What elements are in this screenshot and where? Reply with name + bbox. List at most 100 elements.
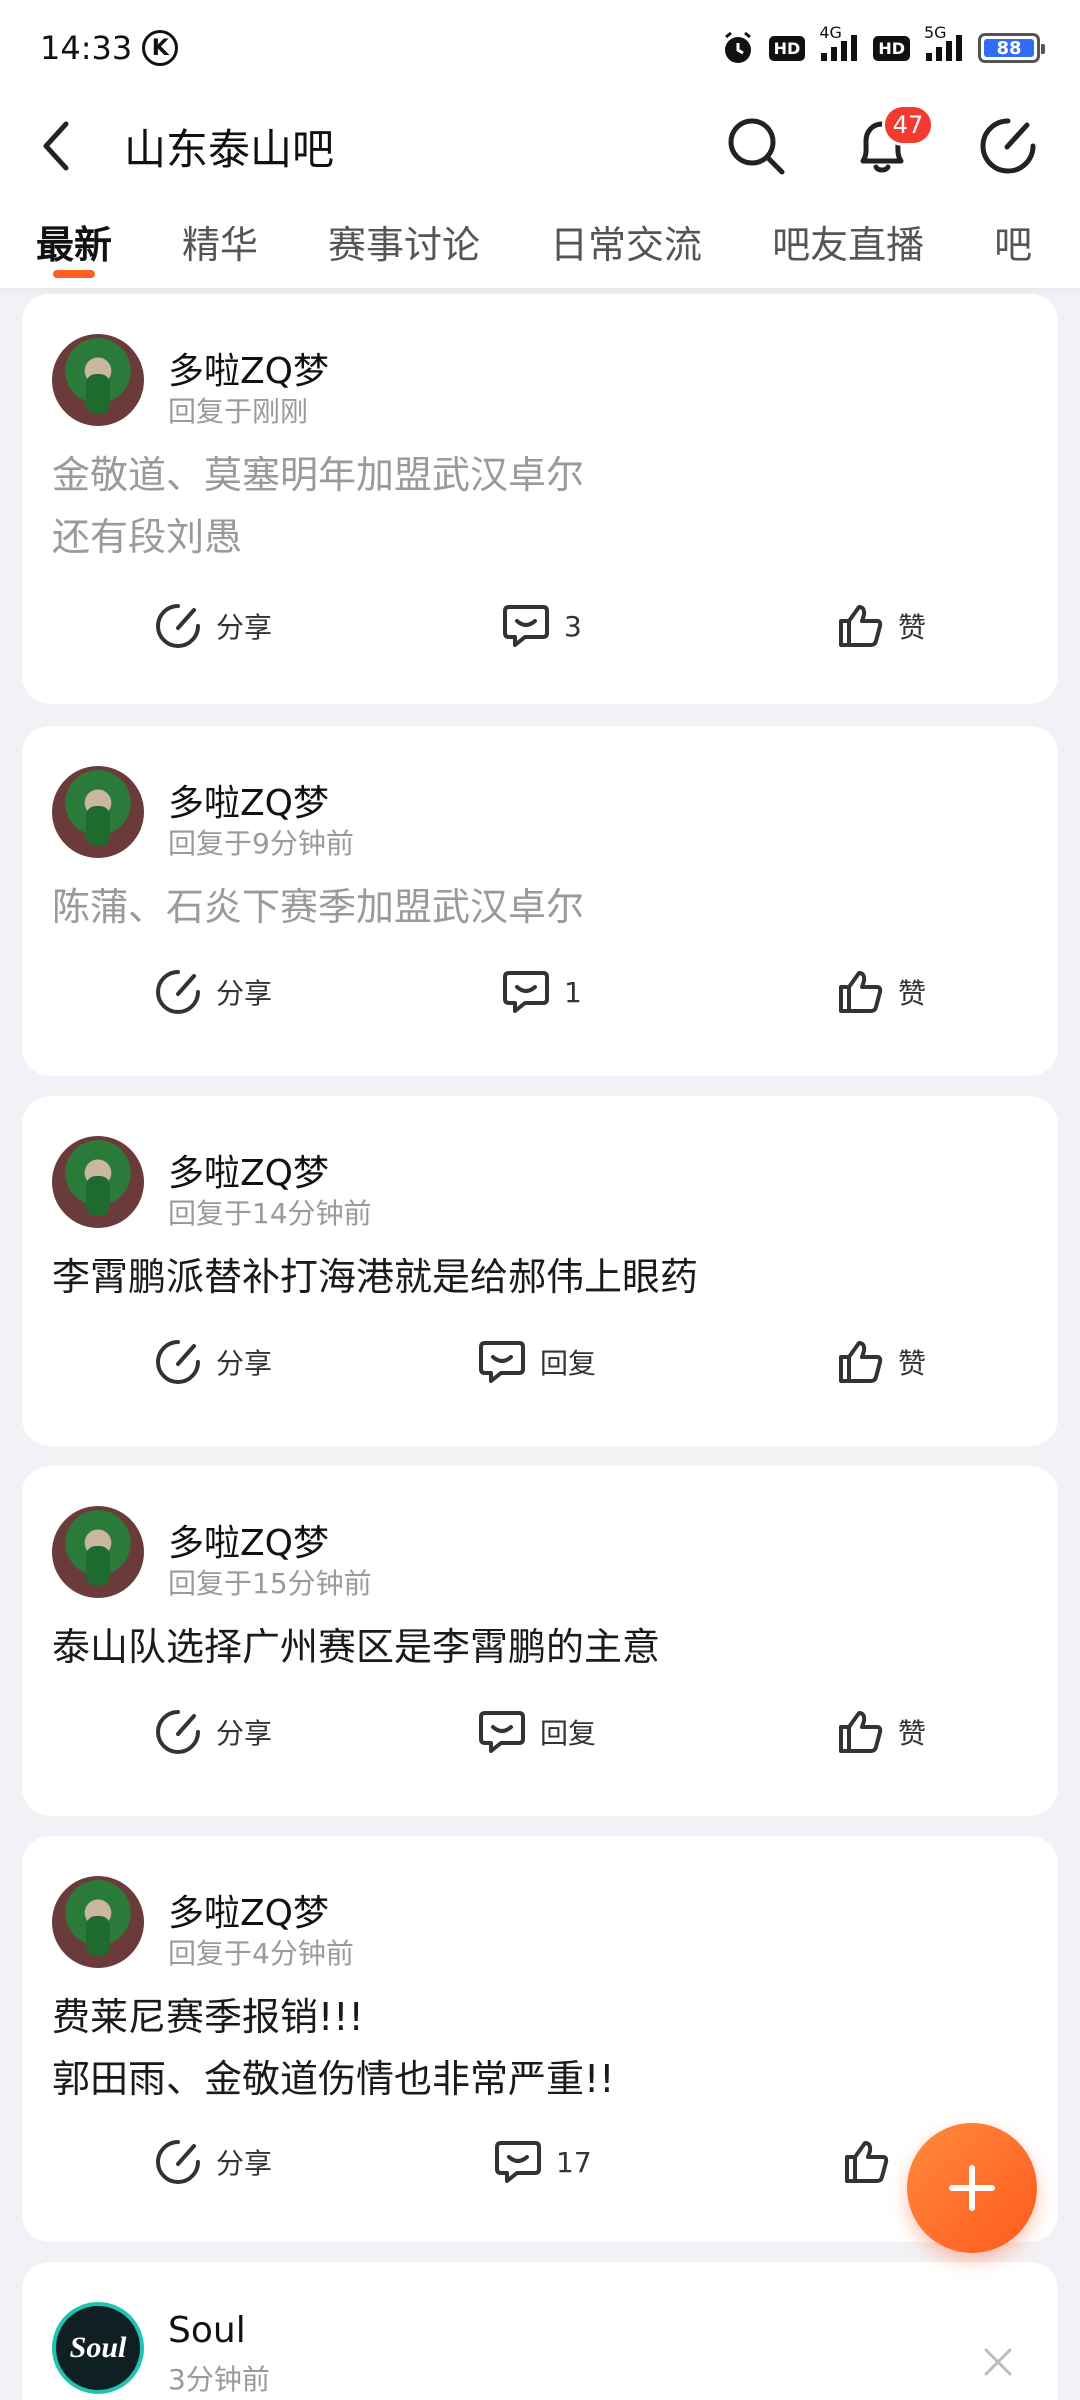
share-icon: [152, 2136, 204, 2188]
share-button[interactable]: 分享: [152, 600, 272, 652]
reply-button[interactable]: 回复: [476, 1336, 596, 1388]
username[interactable]: 多啦ZQ梦: [168, 774, 329, 826]
share-label: 分享: [216, 1717, 273, 1750]
post-content: 陈蒲、石炎下赛季加盟武汉卓尔: [52, 876, 1018, 938]
comment-button[interactable]: 17: [492, 2136, 592, 2188]
like-button[interactable]: [840, 2136, 904, 2188]
tab-live[interactable]: 吧友直播: [772, 196, 924, 269]
header-actions: 47: [724, 104, 1040, 178]
thumbs-up-icon: [834, 1336, 886, 1388]
username[interactable]: 多啦ZQ梦: [168, 1884, 329, 1936]
forum-title: 山东泰山吧: [124, 124, 335, 174]
tab-featured[interactable]: 精华: [182, 196, 258, 269]
share-icon: [152, 1706, 204, 1758]
post-actions: 分享 1 赞: [22, 966, 1058, 1026]
post-card[interactable]: 多啦ZQ梦 回复于15分钟前 泰山队选择广州赛区是李霄鹏的主意 分享 回复 赞: [22, 1466, 1058, 1816]
post-card[interactable]: 多啦ZQ梦 回复于4分钟前 费莱尼赛季报销!!! 郭田雨、金敬道伤情也非常严重!…: [22, 1836, 1058, 2242]
comment-icon: [492, 2136, 544, 2188]
status-time-group: 14:33 K: [40, 29, 179, 67]
close-icon[interactable]: [978, 2342, 1018, 2382]
tab-latest[interactable]: 最新: [36, 196, 113, 278]
like-button[interactable]: 赞: [834, 1336, 926, 1388]
signal-5g-icon: 5G: [924, 23, 964, 63]
post-time: 回复于14分钟前: [168, 1197, 372, 1230]
thumbs-up-icon: [834, 966, 886, 1018]
thumbs-up-icon: [834, 1706, 886, 1758]
post-card[interactable]: 多啦ZQ梦 回复于刚刚 金敬道、莫塞明年加盟武汉卓尔 还有段刘愚 分享 3 赞: [22, 294, 1058, 704]
compose-button[interactable]: [976, 114, 1040, 178]
back-button[interactable]: [40, 116, 88, 176]
plus-icon: [949, 2165, 995, 2211]
post-line: 还有段刘愚: [52, 515, 243, 559]
comment-icon: [500, 600, 552, 652]
status-time: 14:33: [40, 29, 133, 67]
top-app-bar: 山东泰山吧 47: [0, 96, 1080, 196]
tab-latest-label: 最新: [36, 223, 113, 267]
k-icon: K: [142, 30, 179, 66]
status-icons: HD 4G HD 5G 88: [721, 23, 1045, 65]
avatar[interactable]: [52, 334, 144, 426]
net-4g-label: 4G: [819, 23, 842, 42]
reply-label: 回复: [540, 1717, 597, 1750]
like-button[interactable]: 赞: [834, 966, 926, 1018]
share-button[interactable]: 分享: [152, 2136, 272, 2188]
like-label: 赞: [898, 1717, 927, 1750]
like-button[interactable]: 赞: [834, 600, 926, 652]
tab-more-label: 吧: [994, 223, 1033, 267]
username[interactable]: 多啦ZQ梦: [168, 1144, 329, 1196]
avatar[interactable]: [52, 1876, 144, 1968]
hd-badge-2: HD: [873, 35, 910, 61]
post-actions: 分享 17: [22, 2136, 1058, 2196]
comment-count: 3: [564, 609, 582, 643]
post-line: 郭田雨、金敬道伤情也非常严重!!: [52, 2057, 615, 2101]
share-icon: [152, 966, 204, 1018]
avatar[interactable]: [52, 1506, 144, 1598]
like-label: 赞: [898, 611, 927, 644]
post-time: 回复于9分钟前: [168, 827, 354, 860]
like-label: 赞: [898, 1347, 927, 1380]
share-button[interactable]: 分享: [152, 966, 272, 1018]
post-time: 回复于刚刚: [168, 395, 309, 428]
post-line: 陈蒲、石炎下赛季加盟武汉卓尔: [52, 885, 585, 929]
battery-icon: 88: [978, 33, 1045, 63]
comment-icon: [500, 966, 552, 1018]
tab-match-discussion-label: 赛事讨论: [328, 223, 481, 267]
notifications-button[interactable]: 47: [850, 104, 934, 178]
username[interactable]: 多啦ZQ梦: [168, 342, 329, 394]
avatar[interactable]: [52, 1136, 144, 1228]
hd-badge-1: HD: [768, 35, 806, 61]
share-button[interactable]: 分享: [152, 1706, 272, 1758]
username[interactable]: Soul: [168, 2310, 246, 2351]
like-label: 赞: [898, 977, 927, 1010]
soul-logo[interactable]: Soul: [52, 2302, 144, 2394]
comment-count: 1: [564, 975, 582, 1009]
post-time: 3分钟前: [168, 2363, 270, 2396]
post-card[interactable]: 多啦ZQ梦 回复于9分钟前 陈蒲、石炎下赛季加盟武汉卓尔 分享 1 赞: [22, 726, 1058, 1076]
reply-button[interactable]: 回复: [476, 1706, 596, 1758]
post-content: 费莱尼赛季报销!!! 郭田雨、金敬道伤情也非常严重!!: [52, 1986, 1018, 2110]
share-button[interactable]: 分享: [152, 1336, 272, 1388]
post-line: 金敬道、莫塞明年加盟武汉卓尔: [52, 453, 585, 497]
edit-icon: [980, 118, 1036, 174]
comment-icon: [476, 1336, 528, 1388]
post-line: 李霄鹏派替补打海港就是给郝伟上眼药: [52, 1255, 699, 1299]
sponsored-card[interactable]: Soul Soul 3分钟前: [22, 2262, 1058, 2400]
active-tab-indicator: [53, 270, 95, 278]
new-post-fab[interactable]: [907, 2123, 1037, 2253]
search-button[interactable]: [724, 114, 788, 178]
back-arrow-icon: [43, 121, 69, 171]
signal-4g-icon: 4G: [819, 23, 859, 63]
share-icon: [152, 1336, 204, 1388]
post-content: 李霄鹏派替补打海港就是给郝伟上眼药: [52, 1246, 1018, 1308]
username[interactable]: 多啦ZQ梦: [168, 1514, 329, 1566]
like-button[interactable]: 赞: [834, 1706, 926, 1758]
tab-more-partial[interactable]: 吧: [994, 196, 1032, 269]
tab-daily-chat[interactable]: 日常交流: [550, 196, 702, 269]
post-card[interactable]: 多啦ZQ梦 回复于14分钟前 李霄鹏派替补打海港就是给郝伟上眼药 分享 回复 赞: [22, 1096, 1058, 1446]
avatar[interactable]: [52, 766, 144, 858]
tab-match-discussion[interactable]: 赛事讨论: [328, 196, 480, 269]
battery-level: 88: [996, 37, 1022, 59]
thumbs-up-icon: [834, 600, 886, 652]
comment-button[interactable]: 1: [500, 966, 582, 1018]
comment-button[interactable]: 3: [500, 600, 582, 652]
